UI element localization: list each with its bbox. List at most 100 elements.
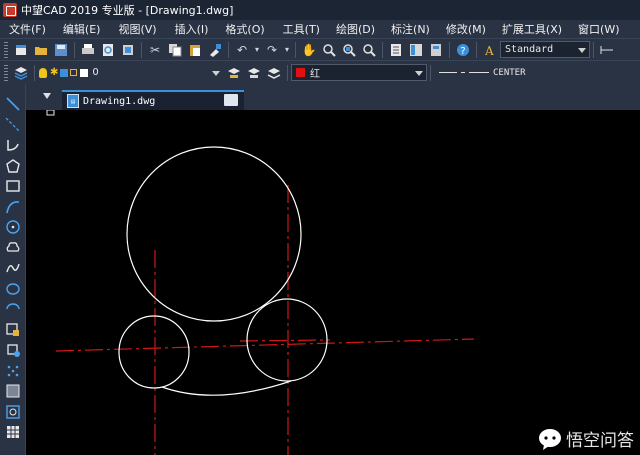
zoom-window-icon[interactable] [341, 42, 357, 58]
layer-white-swatch-icon [80, 68, 89, 77]
layer-previous-icon[interactable] [246, 65, 262, 81]
menu-format[interactable]: 格式(O) [225, 21, 264, 37]
ellipse-icon[interactable] [5, 281, 21, 297]
drawing-tab-bar: ▤ Drawing1.dwg ✕ [26, 84, 640, 110]
table-icon[interactable] [5, 424, 21, 440]
layer-select[interactable]: ✱ 0 [38, 64, 224, 81]
window-title: 中望CAD 2019 专业版 - [Drawing1.dwg] [21, 4, 234, 17]
toolbar-grip[interactable] [4, 41, 8, 58]
make-block-icon[interactable] [5, 342, 21, 358]
undo-icon[interactable]: ↶ [234, 42, 250, 58]
construction-line-icon[interactable] [5, 117, 21, 133]
watermark: 悟空问答 [538, 426, 634, 451]
tab-label: Drawing1.dwg [83, 95, 156, 107]
toolbar-grip[interactable] [4, 64, 8, 81]
menu-modify[interactable]: 修改(M) [446, 21, 486, 37]
speech-bubble-logo-icon [539, 428, 561, 450]
menu-edit[interactable]: 编辑(E) [63, 21, 101, 37]
tool-palettes-icon[interactable] [428, 42, 444, 58]
svg-text:A: A [484, 44, 494, 57]
draw-toolbar [0, 84, 26, 455]
line-icon[interactable] [5, 96, 21, 112]
linetype-value: CENTER [493, 67, 526, 78]
design-center-icon[interactable] [408, 42, 424, 58]
match-properties-icon[interactable] [207, 42, 223, 58]
dimension-style-icon[interactable] [599, 42, 615, 58]
menu-window[interactable]: 窗口(W) [578, 21, 619, 37]
tab-list-dropdown-icon[interactable] [43, 93, 51, 99]
zoom-realtime-icon[interactable] [321, 42, 337, 58]
menu-file[interactable]: 文件(F) [9, 21, 46, 37]
toolbar-separator [141, 41, 142, 58]
menu-draw[interactable]: 绘图(D) [336, 21, 375, 37]
color-select[interactable]: 红 [291, 64, 427, 81]
toolbar-separator [295, 41, 296, 58]
menu-dimension[interactable]: 标注(N) [391, 21, 430, 37]
tab-drawing1[interactable]: ▤ Drawing1.dwg ✕ [62, 90, 244, 110]
revision-cloud-icon[interactable] [5, 240, 21, 256]
region-icon[interactable] [5, 404, 21, 420]
text-style-icon[interactable]: A [482, 42, 498, 58]
insert-block-icon[interactable] [5, 322, 21, 338]
linetype-select[interactable]: CENTER [434, 64, 560, 81]
menu-express-tools[interactable]: 扩展工具(X) [502, 21, 562, 37]
new-tab-icon[interactable] [224, 94, 238, 106]
polygon-icon[interactable] [5, 158, 21, 174]
arc-icon[interactable] [5, 199, 21, 215]
toolbar-separator [382, 41, 383, 58]
redo-dropdown-icon[interactable]: ▾ [284, 42, 290, 58]
menu-view[interactable]: 视图(V) [118, 21, 156, 37]
circle-icon[interactable] [5, 219, 21, 235]
zoom-previous-icon[interactable] [361, 42, 377, 58]
copy-icon[interactable] [167, 42, 183, 58]
toolbar-separator [476, 41, 477, 58]
print-preview-icon[interactable] [100, 42, 116, 58]
ucs-marker [46, 110, 55, 116]
text-style-select[interactable]: Standard [500, 41, 590, 58]
cut-icon[interactable]: ✂ [147, 42, 163, 58]
color-swatch-icon [296, 68, 305, 77]
save-icon[interactable] [53, 42, 69, 58]
spline-icon[interactable] [5, 260, 21, 276]
layers-toolbar: ✱ 0 红 CENTER [0, 60, 640, 84]
redo-icon[interactable]: ↷ [264, 42, 280, 58]
center-line-horizontal-right [239, 339, 331, 342]
left-small-circle [118, 315, 190, 389]
toolbar-separator [430, 64, 431, 81]
menu-bar: 文件(F) 编辑(E) 视图(V) 插入(I) 格式(O) 工具(T) 绘图(D… [0, 20, 640, 38]
polyline-icon[interactable] [5, 137, 21, 153]
new-file-icon[interactable] [13, 42, 29, 58]
title-bar: 中望CAD 2019 专业版 - [Drawing1.dwg] [0, 0, 640, 20]
menu-tools[interactable]: 工具(T) [283, 21, 320, 37]
make-current-layer-icon[interactable] [226, 65, 242, 81]
layer-name-value: 0 [92, 67, 99, 78]
watermark-text: 悟空问答 [566, 431, 634, 451]
layer-color-swatch-icon [60, 68, 69, 77]
unlock-icon [70, 69, 78, 76]
paste-icon[interactable] [187, 42, 203, 58]
standard-toolbar: ✂ ↶ ▾ ↷ ▾ ✋ ? A Standard [0, 38, 640, 60]
print-icon[interactable] [80, 42, 96, 58]
drawing-canvas[interactable]: 悟空问答 [26, 110, 640, 455]
layer-states-icon[interactable] [266, 65, 282, 81]
menu-insert[interactable]: 插入(I) [175, 21, 209, 37]
point-icon[interactable] [5, 363, 21, 379]
color-value: 红 [310, 69, 320, 80]
help-icon[interactable]: ? [455, 42, 471, 58]
publish-icon[interactable] [120, 42, 136, 58]
hatch-icon[interactable] [5, 383, 21, 399]
chevron-down-icon [578, 48, 586, 53]
center-linetype-preview-icon [439, 72, 489, 73]
pan-hand-icon[interactable]: ✋ [301, 42, 317, 58]
ellipse-arc-icon[interactable] [5, 301, 21, 317]
rectangle-icon[interactable] [5, 178, 21, 194]
toolbar-separator [74, 41, 75, 58]
toolbar-separator [449, 41, 450, 58]
sun-freeze-icon: ✱ [50, 67, 59, 78]
undo-dropdown-icon[interactable]: ▾ [254, 42, 260, 58]
properties-icon[interactable] [388, 42, 404, 58]
layer-manager-icon[interactable] [13, 65, 29, 81]
toolbar-separator [593, 41, 594, 58]
chevron-down-icon [415, 71, 423, 76]
open-folder-icon[interactable] [33, 42, 49, 58]
